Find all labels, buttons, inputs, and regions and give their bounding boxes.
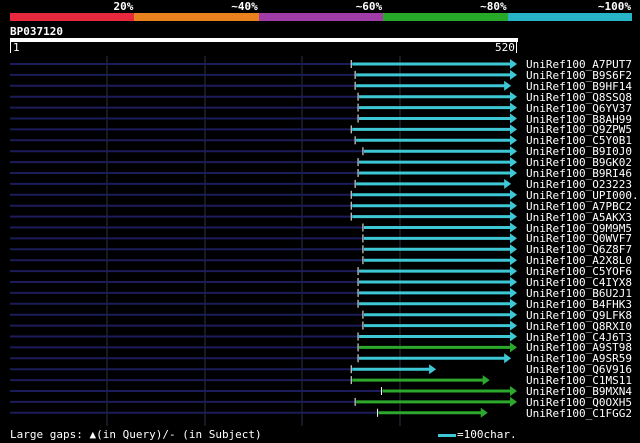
hit-arrow-icon xyxy=(510,113,517,124)
hit-arrow-icon xyxy=(510,244,517,255)
hit-arrow-icon xyxy=(510,320,517,331)
hit-arrow-icon xyxy=(510,135,517,146)
hit-arrow-icon xyxy=(510,266,517,277)
scale-swatch-icon xyxy=(438,433,456,437)
hit-arrow-icon xyxy=(504,80,512,91)
hit-arrow-icon xyxy=(510,69,517,80)
hit-arrow-icon xyxy=(510,277,517,287)
hit-arrow-icon xyxy=(510,211,517,222)
hit-arrow-icon xyxy=(510,309,517,320)
hit-arrow-icon xyxy=(480,407,488,418)
hit-arrow-icon xyxy=(510,124,517,135)
hit-arrow-icon xyxy=(510,386,517,396)
scale-legend: =100char. xyxy=(438,429,517,441)
hit-arrow-icon xyxy=(510,233,517,244)
hit-arrow-icon xyxy=(510,342,517,353)
hit-arrow-icon xyxy=(510,298,517,309)
hit-arrow-icon xyxy=(504,178,512,189)
hit-label-link[interactable]: UniRef100_Q6YV37 xyxy=(526,103,632,114)
gaps-text: (in Query)/- (in Subject) xyxy=(96,428,262,441)
hit-arrow-icon xyxy=(510,287,517,298)
hit-arrow-icon xyxy=(510,222,517,233)
hit-arrow-icon xyxy=(510,59,517,69)
hit-label-link[interactable]: UniRef100_Q8RXI0 xyxy=(526,321,632,332)
hit-arrow-icon xyxy=(510,146,517,157)
hit-arrow-icon xyxy=(504,353,512,364)
hit-label-link[interactable]: UniRef100_C1FGG2 xyxy=(526,408,632,419)
hit-arrow-icon xyxy=(510,331,517,342)
hit-arrow-icon xyxy=(510,200,517,211)
hit-arrow-icon xyxy=(510,255,517,266)
hit-arrow-icon xyxy=(510,396,517,407)
hit-arrow-icon xyxy=(510,91,517,102)
hit-arrow-icon xyxy=(482,375,490,386)
hit-arrow-icon xyxy=(510,168,517,178)
hit-label-link[interactable]: UniRef100_A5AKX3 xyxy=(526,212,632,223)
scale-text: =100char. xyxy=(457,428,517,441)
gaps-prefix: Large gaps: xyxy=(10,428,90,441)
hit-arrow-icon xyxy=(510,157,517,168)
hit-arrow-icon xyxy=(510,189,517,200)
large-gaps-legend: Large gaps: ▲(in Query)/- (in Subject) xyxy=(10,429,262,441)
hit-arrow-icon xyxy=(429,364,437,375)
hit-arrow-icon xyxy=(510,102,517,113)
